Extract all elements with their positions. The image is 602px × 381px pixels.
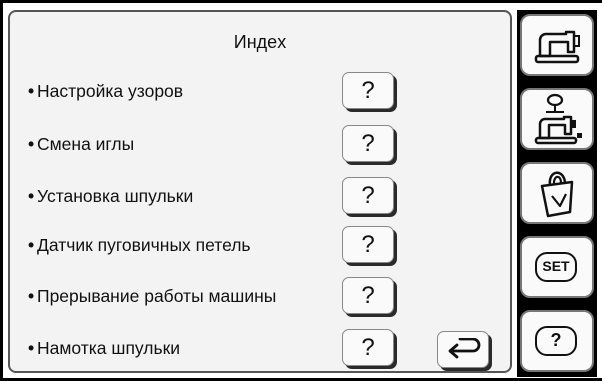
bobbin-winding-button[interactable] <box>520 88 594 150</box>
help-button[interactable]: ? <box>342 72 394 109</box>
back-button[interactable] <box>437 331 489 368</box>
set-icon: SET <box>535 252 577 282</box>
bullet: • <box>28 286 35 306</box>
bullet: • <box>28 235 35 255</box>
help-button[interactable]: ? <box>342 277 394 314</box>
help-mode-button[interactable]: ? <box>520 310 594 372</box>
bobbin-winding-icon <box>534 93 582 145</box>
bullet: • <box>28 81 35 101</box>
pattern-bag-button[interactable] <box>520 162 594 224</box>
list-item: • Датчик пуговичных петель ? <box>28 226 498 266</box>
settings-button[interactable]: SET <box>520 236 594 298</box>
item-text: Прерывание работы машины <box>37 286 277 306</box>
item-label: • Установка шпульки <box>28 186 193 207</box>
bullet: • <box>28 338 35 358</box>
return-arrow-icon <box>448 338 481 359</box>
index-panel: Индex • Настройка узоров ? • Смена иглы ? … <box>8 10 512 373</box>
list-item: • Смена иглы ? <box>28 125 498 165</box>
bullet: • <box>28 134 35 154</box>
item-text: Намотка шпульки <box>37 338 181 358</box>
item-text: Датчик пуговичных петель <box>37 235 251 255</box>
page-title: Индex <box>233 32 287 52</box>
item-text: Установка шпульки <box>37 186 194 206</box>
list-item: • Настройка узоров ? <box>28 72 498 112</box>
item-label: • Намотка шпульки <box>28 338 180 359</box>
bullet: • <box>28 186 35 206</box>
sewing-machine-icon <box>534 30 580 64</box>
help-button[interactable]: ? <box>342 226 394 263</box>
item-label: • Смена иглы <box>28 134 134 155</box>
help-button[interactable]: ? <box>342 177 394 214</box>
help-index-screen: Индex • Настройка узоров ? • Смена иглы ? … <box>0 0 602 381</box>
help-button[interactable]: ? <box>342 329 394 366</box>
screen-border <box>0 0 602 3</box>
help-icon: ? <box>535 326 577 356</box>
screen-border <box>0 0 3 381</box>
item-label: • Прерывание работы машины <box>28 286 276 307</box>
item-label: • Датчик пуговичных петель <box>28 235 251 256</box>
item-text: Настройка узоров <box>37 81 184 101</box>
item-label: • Настройка узоров <box>28 81 183 102</box>
list-item: • Намотка шпульки ? <box>28 329 498 369</box>
bag-icon <box>540 171 574 218</box>
list-item: • Установка шпульки ? <box>28 177 498 217</box>
sewing-machine-button[interactable] <box>520 14 594 76</box>
list-item: • Прерывание работы машины ? <box>28 277 498 317</box>
help-button[interactable]: ? <box>342 125 394 162</box>
item-text: Смена иглы <box>37 134 135 154</box>
